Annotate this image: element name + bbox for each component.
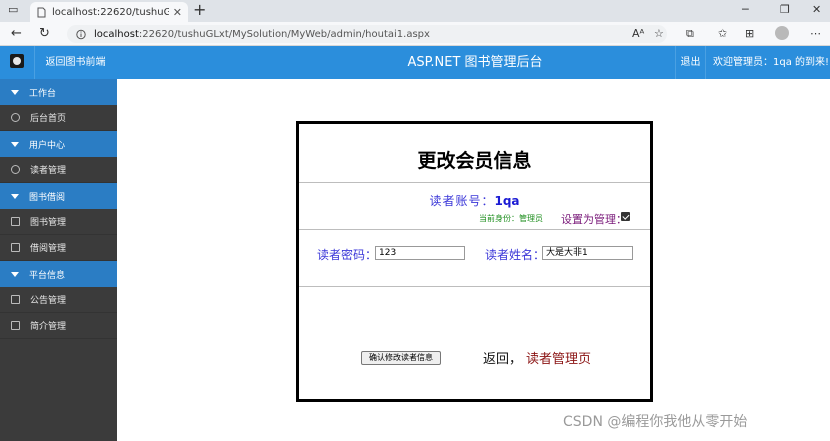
back-arrow-icon[interactable]: ← bbox=[11, 26, 22, 42]
sidebar-section[interactable]: 图书借阅 bbox=[0, 183, 117, 209]
divider bbox=[299, 182, 650, 183]
caret-down-icon bbox=[11, 193, 19, 199]
back-text: 返回， bbox=[483, 352, 523, 367]
sidebar-item[interactable]: 借阅管理 bbox=[0, 235, 117, 261]
caret-down-icon bbox=[11, 271, 19, 277]
window-close-icon[interactable]: ✕ bbox=[812, 3, 821, 16]
collections-icon[interactable]: ⊞ bbox=[745, 27, 754, 40]
tab-title: localhost:22620/tushuGLxt/MySo bbox=[52, 6, 169, 18]
sidebar-label: 图书借阅 bbox=[29, 192, 66, 203]
account-value: 1qa bbox=[494, 194, 520, 208]
favorite-star-icon[interactable]: ☆ bbox=[654, 27, 664, 40]
logout-link[interactable]: 退出 bbox=[675, 46, 706, 79]
welcome-text: 欢迎管理员：1qa 的到来! bbox=[713, 57, 830, 68]
reader-management-link[interactable]: 读者管理页 bbox=[526, 348, 591, 367]
favorites-icon[interactable]: ✩ bbox=[718, 27, 727, 40]
page-icon bbox=[37, 7, 46, 17]
more-menu-icon[interactable]: ⋯ bbox=[810, 27, 821, 40]
page-icon bbox=[11, 321, 20, 330]
app-logo-icon bbox=[10, 54, 24, 68]
form-title: 更改会员信息 bbox=[417, 150, 532, 172]
info-icon[interactable] bbox=[76, 29, 86, 40]
watermark: CSDN @编程你我他从零开始 bbox=[563, 414, 748, 430]
sidebar-label: 读者管理 bbox=[30, 166, 67, 176]
page-icon bbox=[11, 217, 20, 226]
read-aloud-icon[interactable]: Aᴬ bbox=[632, 27, 644, 40]
set-admin-checkbox[interactable] bbox=[621, 212, 630, 221]
identity-text: 当前身份：管理员 bbox=[479, 214, 543, 223]
sidebar-label: 图书管理 bbox=[30, 218, 67, 228]
divider bbox=[299, 286, 650, 287]
sidebar-item[interactable]: 公告管理 bbox=[0, 287, 117, 313]
new-tab-icon[interactable]: + bbox=[193, 0, 206, 19]
page-title: ASP.NET 图书管理后台 bbox=[407, 55, 543, 70]
divider bbox=[299, 229, 650, 230]
name-input[interactable]: 大是大非1 bbox=[542, 246, 633, 260]
sidebar-label: 用户中心 bbox=[29, 140, 66, 151]
sidebar-label: 平台信息 bbox=[29, 270, 66, 281]
caret-down-icon bbox=[11, 141, 19, 147]
circle-icon bbox=[11, 165, 20, 174]
sidebar-item[interactable]: 简介管理 bbox=[0, 313, 117, 339]
page-icon bbox=[11, 295, 20, 304]
window-maximize-icon[interactable]: ❐ bbox=[780, 3, 790, 16]
password-input[interactable]: 123 bbox=[375, 246, 465, 260]
window-minimize-icon[interactable]: ─ bbox=[742, 3, 749, 16]
sidebar-label: 工作台 bbox=[29, 88, 57, 99]
browser-tab-strip: ▭ localhost:22620/tushuGLxt/MySo ✕ + ─ ❐… bbox=[0, 0, 830, 22]
tab-close-icon[interactable]: ✕ bbox=[173, 6, 182, 19]
sidebar-item[interactable]: 后台首页 bbox=[0, 105, 117, 131]
sidebar-section[interactable]: 工作台 bbox=[0, 79, 117, 105]
sidebar-label: 后台首页 bbox=[30, 114, 67, 124]
circle-icon bbox=[11, 113, 20, 122]
confirm-update-button[interactable]: 确认修改读者信息 bbox=[361, 351, 441, 365]
refresh-icon[interactable]: ↻ bbox=[39, 26, 50, 42]
browser-tab[interactable]: localhost:22620/tushuGLxt/MySo ✕ bbox=[30, 2, 188, 22]
extensions-icon[interactable]: ⧉ bbox=[686, 27, 694, 41]
account-label: 读者账号： bbox=[429, 194, 495, 208]
caret-down-icon bbox=[11, 89, 19, 95]
sidebar-section[interactable]: 用户中心 bbox=[0, 131, 117, 157]
sidebar: 工作台后台首页用户中心读者管理图书借阅图书管理借阅管理平台信息公告管理简介管理 bbox=[0, 79, 117, 441]
address-bar[interactable]: localhost:22620/tushuGLxt/MySolution/MyW… bbox=[67, 25, 667, 43]
tab-actions-icon[interactable]: ▭ bbox=[8, 3, 18, 16]
back-to-front-link[interactable]: 返回图书前端 bbox=[34, 46, 116, 79]
sidebar-label: 公告管理 bbox=[30, 296, 67, 306]
sidebar-label: 简介管理 bbox=[30, 322, 67, 332]
sidebar-item[interactable]: 图书管理 bbox=[0, 209, 117, 235]
url-host: localhost bbox=[94, 28, 139, 40]
address-toolbar: ← ↻ localhost:22620/tushuGLxt/MySolution… bbox=[0, 22, 830, 46]
edit-member-form: 更改会员信息 读者账号：1qa 当前身份：管理员 设置为管理： 读者密码： 12… bbox=[296, 121, 653, 402]
account-row: 读者账号：1qa bbox=[299, 192, 650, 209]
set-admin-label: 设置为管理： bbox=[561, 213, 627, 226]
page-icon bbox=[11, 243, 20, 252]
sidebar-section[interactable]: 平台信息 bbox=[0, 261, 117, 287]
url-path: :22620/tushuGLxt/MySolution/MyWeb/admin/… bbox=[138, 28, 430, 40]
app-header: 返回图书前端 ASP.NET 图书管理后台 退出 欢迎管理员：1qa 的到来! bbox=[0, 46, 830, 79]
name-label: 读者姓名： bbox=[485, 248, 546, 262]
sidebar-item[interactable]: 读者管理 bbox=[0, 157, 117, 183]
sidebar-label: 借阅管理 bbox=[30, 244, 67, 254]
profile-avatar[interactable] bbox=[775, 26, 789, 40]
password-label: 读者密码： bbox=[317, 248, 378, 262]
